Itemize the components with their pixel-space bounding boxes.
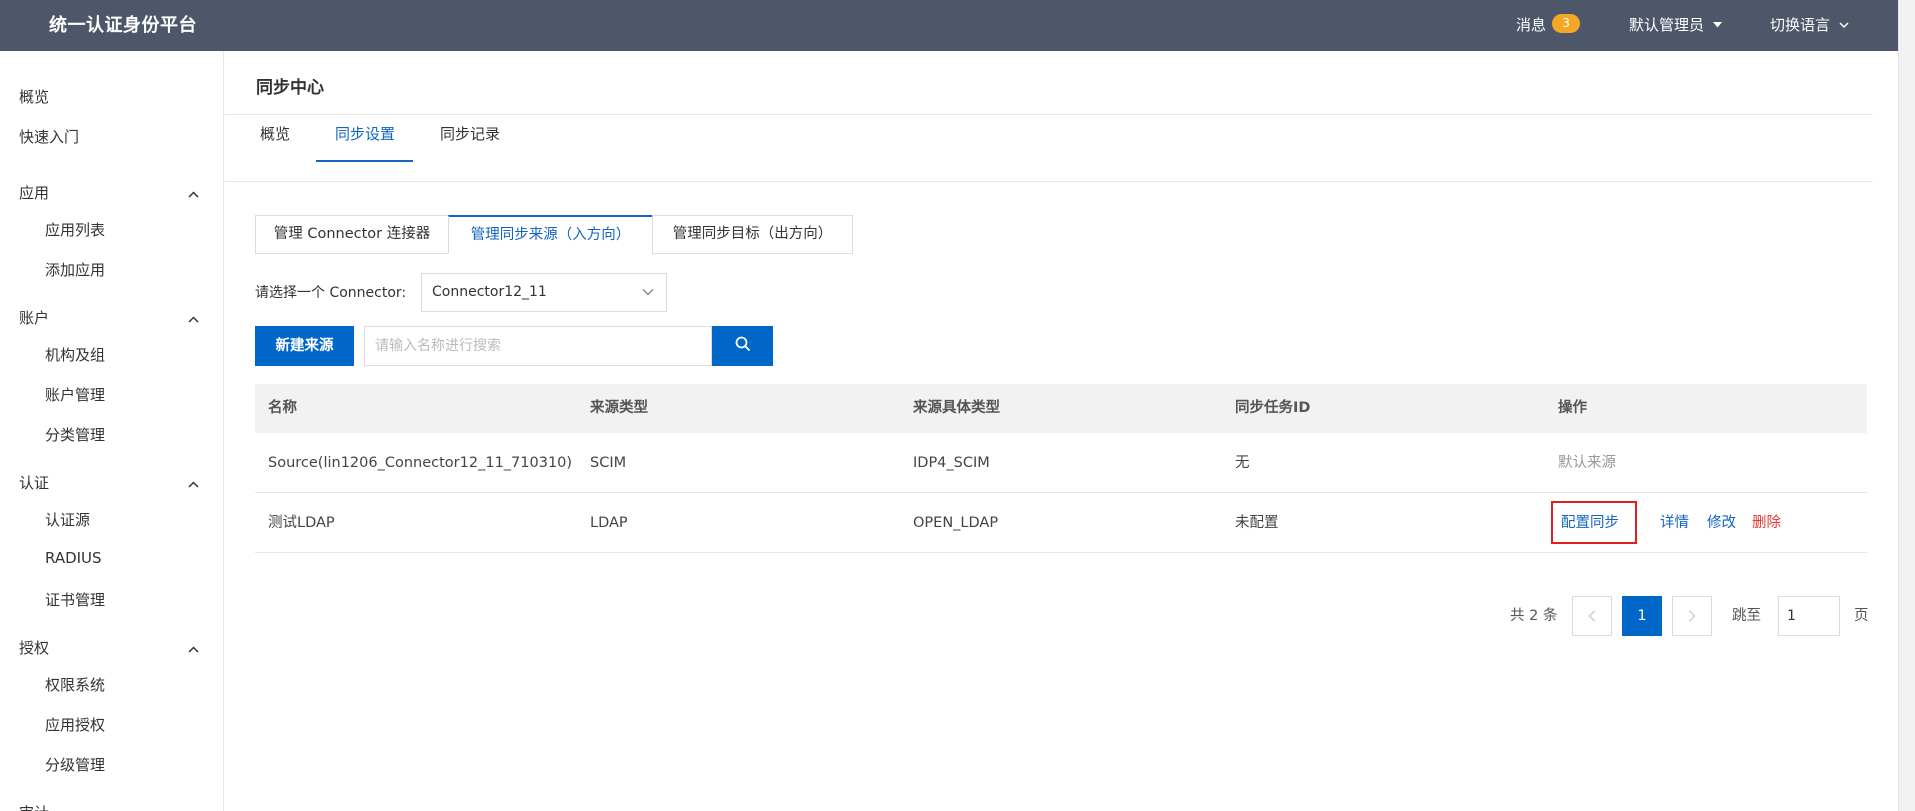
- sidebar-group-label: 认证: [19, 474, 50, 492]
- jump-to-page-input[interactable]: [1778, 596, 1840, 636]
- connector-select-value: Connector12_11: [432, 284, 547, 300]
- tab-sync-settings[interactable]: 同步设置: [335, 123, 395, 144]
- sidebar-item-permission-system[interactable]: 权限系统: [45, 674, 105, 695]
- sidebar-group-authorization[interactable]: 授权: [19, 637, 199, 658]
- subtab-connectors[interactable]: 管理 Connector 连接器: [255, 215, 449, 254]
- chevron-up-icon: [188, 184, 199, 202]
- column-header: 来源类型: [590, 400, 648, 416]
- chevron-left-icon: [1588, 607, 1596, 626]
- column-header: 操作: [1558, 400, 1587, 416]
- column-header: 来源具体类型: [913, 400, 1000, 416]
- cell-type: LDAP: [590, 515, 628, 531]
- chevron-down-icon: [642, 274, 654, 311]
- chevron-down-icon: [1839, 0, 1849, 51]
- chevron-up-icon: [188, 474, 199, 492]
- connector-select[interactable]: Connector12_11: [421, 273, 667, 312]
- caret-down-icon: [1712, 0, 1722, 51]
- sidebar-item-org-groups[interactable]: 机构及组: [45, 344, 105, 365]
- language-menu[interactable]: 切换语言: [1770, 0, 1849, 51]
- configure-sync-link[interactable]: 配置同步: [1561, 493, 1619, 553]
- sidebar-item-add-app[interactable]: 添加应用: [45, 259, 105, 280]
- messages-menu[interactable]: 消息 3: [1516, 0, 1581, 51]
- active-tab-indicator: [316, 160, 413, 162]
- column-header: 同步任务ID: [1235, 400, 1311, 416]
- tab-overview[interactable]: 概览: [260, 123, 290, 144]
- sidebar-group-label: 审计: [19, 804, 49, 811]
- cell-name: 测试LDAP: [268, 515, 335, 531]
- delete-link[interactable]: 删除: [1752, 493, 1781, 553]
- chevron-up-icon: [188, 309, 199, 327]
- app-root: 统一认证身份平台 消息 3 默认管理员 切换语言 概览 快速入门 应用 应用列表 …: [0, 0, 1915, 811]
- cell-name: Source(lin1206_Connector12_11_710310): [268, 455, 573, 471]
- cell-subtype: OPEN_LDAP: [913, 515, 999, 531]
- edit-link[interactable]: 修改: [1707, 493, 1736, 553]
- sidebar-group-accounts[interactable]: 账户: [19, 307, 199, 328]
- cell-type: SCIM: [590, 455, 627, 471]
- divider: [225, 114, 1873, 115]
- sidebar: 概览 快速入门 应用 应用列表 添加应用 账户 机构及组 账户管理 分类管理 认…: [0, 51, 224, 811]
- sidebar-item-auth-source[interactable]: 认证源: [45, 509, 90, 530]
- sidebar-group-label: 授权: [19, 639, 50, 657]
- user-menu[interactable]: 默认管理员: [1629, 0, 1722, 51]
- sidebar-group-audit[interactable]: 审计: [19, 802, 199, 811]
- messages-label: 消息: [1516, 16, 1547, 34]
- sidebar-group-label: 账户: [19, 309, 50, 327]
- sidebar-item-account-mgmt[interactable]: 账户管理: [45, 384, 105, 405]
- sidebar-item-overview[interactable]: 概览: [19, 86, 49, 107]
- cell-task-id: 未配置: [1235, 515, 1279, 531]
- search-input[interactable]: [364, 326, 712, 366]
- vertical-scrollbar[interactable]: [1898, 0, 1915, 811]
- top-bar: 统一认证身份平台 消息 3 默认管理员 切换语言: [0, 0, 1915, 51]
- page-number-current[interactable]: 1: [1622, 596, 1662, 636]
- jump-to-label: 跳至: [1732, 608, 1761, 624]
- cell-default-source: 默认来源: [1558, 455, 1616, 471]
- page-title: 同步中心: [256, 78, 324, 98]
- messages-count-badge: 3: [1552, 14, 1581, 33]
- prev-page-button[interactable]: [1572, 596, 1612, 636]
- subtab-sync-sources[interactable]: 管理同步来源（入方向）: [448, 215, 653, 254]
- main-content: 同步中心 概览 同步设置 同步记录 管理 Connector 连接器 管理同步来…: [225, 51, 1898, 811]
- table-header: 名称 来源类型 来源具体类型 同步任务ID 操作: [255, 384, 1867, 433]
- pagination-total: 共 2 条: [1510, 608, 1558, 624]
- subtab-sync-targets[interactable]: 管理同步目标（出方向）: [652, 215, 853, 254]
- divider: [225, 181, 1873, 182]
- next-page-button[interactable]: [1672, 596, 1712, 636]
- sidebar-item-quickstart[interactable]: 快速入门: [19, 126, 79, 147]
- page-suffix-label: 页: [1854, 608, 1869, 624]
- chevron-right-icon: [1688, 607, 1696, 626]
- table-row: Source(lin1206_Connector12_11_710310) SC…: [255, 433, 1867, 493]
- details-link[interactable]: 详情: [1660, 493, 1689, 553]
- tab-sync-records[interactable]: 同步记录: [440, 123, 500, 144]
- chevron-down-icon: [188, 804, 199, 811]
- sidebar-item-app-list[interactable]: 应用列表: [45, 219, 105, 240]
- brand-title: 统一认证身份平台: [49, 15, 197, 36]
- sidebar-item-cert-mgmt[interactable]: 证书管理: [45, 589, 105, 610]
- sidebar-group-label: 应用: [19, 184, 50, 202]
- search-button[interactable]: [712, 326, 773, 366]
- sidebar-group-apps[interactable]: 应用: [19, 182, 199, 203]
- cell-task-id: 无: [1235, 455, 1250, 471]
- sidebar-item-app-authorization[interactable]: 应用授权: [45, 714, 105, 735]
- sidebar-item-radius[interactable]: RADIUS: [45, 549, 102, 567]
- sidebar-group-auth[interactable]: 认证: [19, 472, 199, 493]
- column-header: 名称: [268, 400, 297, 416]
- language-label: 切换语言: [1770, 16, 1831, 34]
- new-source-button[interactable]: 新建来源: [255, 326, 354, 366]
- sidebar-item-tiered-mgmt[interactable]: 分级管理: [45, 754, 105, 775]
- cell-subtype: IDP4_SCIM: [913, 455, 990, 471]
- sidebar-item-category-mgmt[interactable]: 分类管理: [45, 424, 105, 445]
- connector-select-label: 请选择一个 Connector:: [255, 285, 407, 301]
- search-icon: [735, 336, 751, 356]
- table-row: 测试LDAP LDAP OPEN_LDAP 未配置 配置同步 详情 修改 删除: [255, 493, 1867, 553]
- chevron-up-icon: [188, 639, 199, 657]
- user-label: 默认管理员: [1629, 16, 1705, 34]
